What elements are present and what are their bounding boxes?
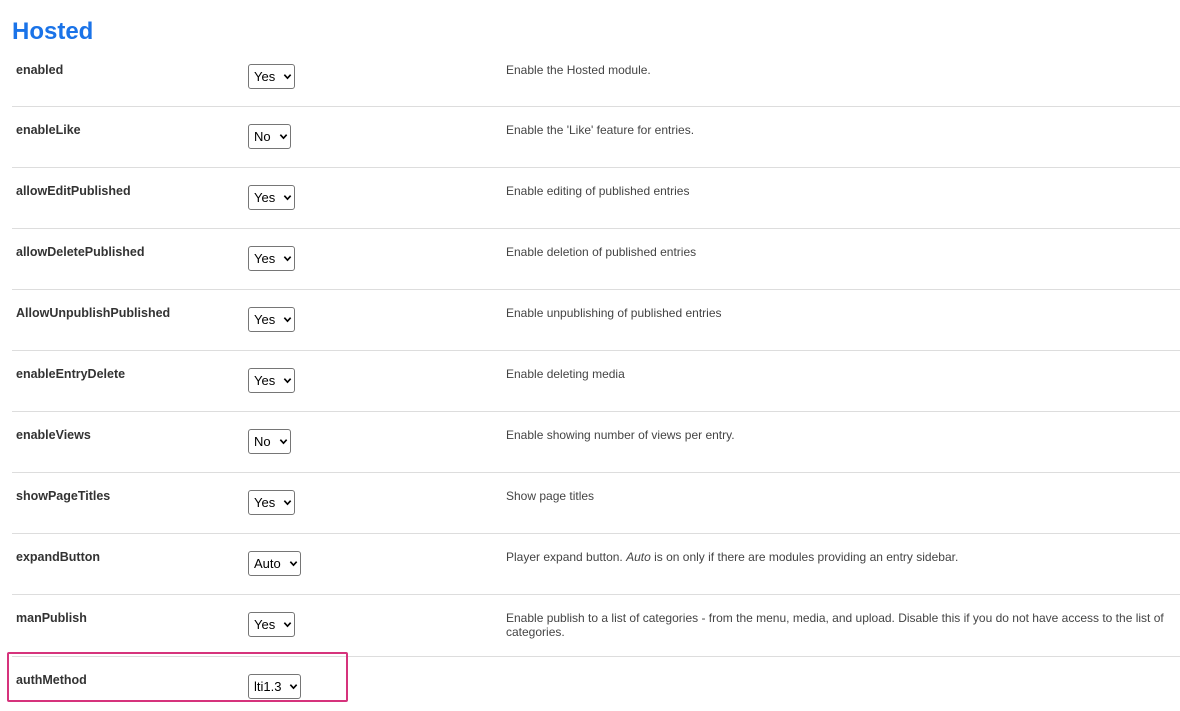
chevron-down-icon	[290, 684, 298, 690]
chevron-down-icon	[283, 378, 292, 384]
settings-list: enabled Yes Enable the Hosted module. en…	[12, 47, 1180, 711]
setting-description: Enable deleting media	[506, 367, 625, 381]
setting-description: Enable unpublishing of published entries	[506, 306, 722, 320]
setting-name: allowDeletePublished	[16, 245, 145, 259]
setting-name: manPublish	[16, 611, 87, 625]
setting-row-enableViews: enableViews No Enable showing number of …	[12, 412, 1180, 473]
chevron-down-icon	[283, 500, 292, 506]
setting-description: Enable publish to a list of categories -…	[506, 611, 1164, 639]
allowDeletePublished-select[interactable]: Yes	[248, 246, 296, 271]
setting-row-showPageTitles: showPageTitles Yes Show page titles	[12, 473, 1180, 534]
description-text: is on only if there are modules providin…	[650, 550, 959, 564]
enabled-select[interactable]: Yes	[248, 64, 296, 89]
setting-description: Player expand button. Auto is on only if…	[506, 550, 1174, 564]
setting-row-AllowUnpublishPublished: AllowUnpublishPublished Yes Enable unpub…	[12, 290, 1180, 351]
setting-row-manPublish: manPublish Yes Enable publish to a list …	[12, 595, 1180, 657]
select-value: Yes	[254, 495, 276, 510]
chevron-down-icon	[283, 317, 292, 323]
allowEditPublished-select[interactable]: Yes	[248, 185, 296, 210]
enableLike-select[interactable]: No	[248, 124, 291, 149]
authMethod-select[interactable]: lti1.3	[248, 674, 302, 699]
manPublish-select[interactable]: Yes	[248, 612, 296, 637]
setting-row-enableEntryDelete: enableEntryDelete Yes Enable deleting me…	[12, 351, 1180, 412]
setting-name: enabled	[16, 63, 64, 77]
setting-description: Enable editing of published entries	[506, 184, 690, 198]
setting-name: showPageTitles	[16, 489, 111, 503]
enableEntryDelete-select[interactable]: Yes	[248, 368, 296, 393]
setting-name: enableEntryDelete	[16, 367, 126, 381]
setting-row-enableLike: enableLike No Enable the 'Like' feature …	[12, 107, 1180, 168]
select-value: No	[254, 129, 271, 144]
select-value: lti1.3	[254, 679, 282, 694]
select-value: Yes	[254, 312, 276, 327]
description-emphasis: Auto	[626, 550, 651, 564]
chevron-down-icon	[283, 256, 292, 262]
chevron-down-icon	[289, 561, 297, 567]
select-value: Yes	[254, 373, 276, 388]
setting-row-allowEditPublished: allowEditPublished Yes Enable editing of…	[12, 168, 1180, 229]
setting-description: Enable showing number of views per entry…	[506, 428, 735, 442]
select-value: No	[254, 434, 271, 449]
setting-description: Show page titles	[506, 489, 595, 503]
chevron-down-icon	[279, 134, 287, 140]
setting-description: Enable the 'Like' feature for entries.	[506, 123, 695, 137]
AllowUnpublishPublished-select[interactable]: Yes	[248, 307, 296, 332]
setting-name: AllowUnpublishPublished	[16, 306, 171, 320]
select-value: Yes	[254, 251, 276, 266]
expandButton-select[interactable]: Auto	[248, 551, 301, 576]
setting-description: Enable deletion of published entries	[506, 245, 697, 259]
select-value: Auto	[254, 556, 281, 571]
showPageTitles-select[interactable]: Yes	[248, 490, 296, 515]
description-text: Player expand button.	[506, 550, 627, 564]
page-title: Hosted	[12, 18, 94, 45]
chevron-down-icon	[279, 439, 287, 445]
setting-name: enableLike	[16, 123, 81, 137]
select-value: Yes	[254, 190, 276, 205]
enableViews-select[interactable]: No	[248, 429, 291, 454]
chevron-down-icon	[283, 74, 292, 80]
setting-description: Enable the Hosted module.	[506, 63, 651, 77]
chevron-down-icon	[283, 195, 292, 201]
setting-row-enabled: enabled Yes Enable the Hosted module.	[12, 47, 1180, 107]
chevron-down-icon	[283, 622, 292, 628]
setting-row-authMethod: authMethod lti1.3	[12, 657, 1180, 711]
setting-row-expandButton: expandButton Auto Player expand button. …	[12, 534, 1180, 595]
setting-name: allowEditPublished	[16, 184, 131, 198]
setting-row-allowDeletePublished: allowDeletePublished Yes Enable deletion…	[12, 229, 1180, 290]
setting-name: expandButton	[16, 550, 101, 564]
select-value: Yes	[254, 69, 276, 84]
setting-name: enableViews	[16, 428, 91, 442]
select-value: Yes	[254, 617, 276, 632]
setting-name: authMethod	[16, 673, 87, 687]
